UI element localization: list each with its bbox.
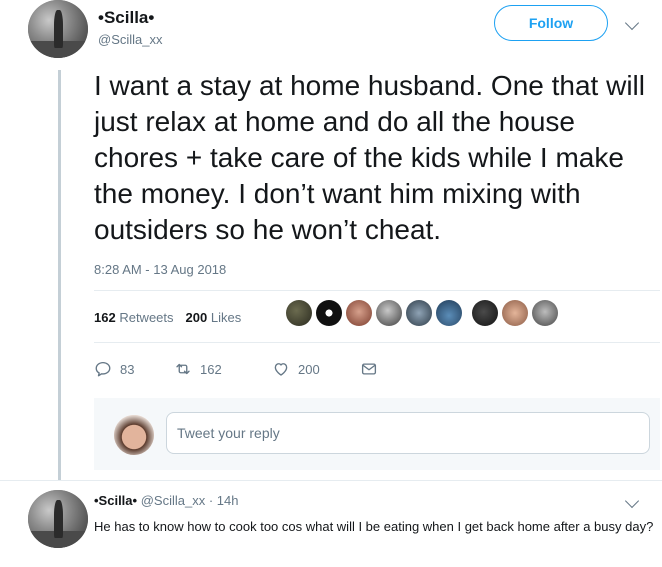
tweet-text: I want a stay at home husband. One that … xyxy=(94,70,645,245)
retweets-label: Retweets xyxy=(119,310,174,325)
liker-avatar[interactable] xyxy=(502,300,528,326)
likes-stat[interactable]: 200 Likes xyxy=(186,310,242,325)
retweets-count: 162 xyxy=(94,310,116,325)
current-user-avatar[interactable] xyxy=(114,415,154,455)
liker-avatar[interactable] xyxy=(472,300,498,326)
author-avatar[interactable] xyxy=(28,0,88,58)
author-display-name[interactable]: •Scilla• xyxy=(98,8,154,28)
reply-count: 83 xyxy=(120,361,135,377)
chevron-down-icon[interactable] xyxy=(624,493,640,509)
reply-input[interactable] xyxy=(166,412,650,454)
author-handle[interactable]: @Scilla_xx xyxy=(98,32,163,47)
divider xyxy=(94,290,660,291)
liker-avatar[interactable] xyxy=(316,300,342,326)
message-icon xyxy=(361,363,377,375)
chevron-down-icon[interactable] xyxy=(624,15,640,31)
direct-message-action[interactable] xyxy=(360,360,378,378)
reply-time[interactable]: · 14h xyxy=(209,493,239,508)
reply-display-name[interactable]: •Scilla• xyxy=(94,493,137,508)
retweets-stat[interactable]: 162 Retweets xyxy=(94,310,174,325)
liker-avatar[interactable] xyxy=(376,300,402,326)
reply-header: •Scilla• @Scilla_xx · 14h xyxy=(94,493,238,508)
reply-action[interactable]: 83 xyxy=(94,360,134,378)
divider xyxy=(94,342,660,343)
retweet-count: 162 xyxy=(200,361,222,377)
like-action[interactable]: 200 xyxy=(272,360,320,378)
divider xyxy=(0,480,662,481)
liker-avatar[interactable] xyxy=(346,300,372,326)
reply-icon xyxy=(95,361,111,377)
liker-avatar[interactable] xyxy=(532,300,558,326)
retweet-icon xyxy=(176,363,190,375)
likes-label: Likes xyxy=(210,310,242,325)
reply-handle[interactable]: @Scilla_xx xyxy=(141,493,206,508)
reply-author-avatar[interactable] xyxy=(28,490,88,548)
liker-avatar[interactable] xyxy=(286,300,312,326)
likes-count: 200 xyxy=(185,310,208,325)
tweet-timestamp[interactable]: 8:28 AM - 13 Aug 2018 xyxy=(94,262,226,277)
reply-composer xyxy=(94,398,660,470)
reply-text: He has to know how to cook too cos what … xyxy=(94,519,654,534)
liker-avatar[interactable] xyxy=(436,300,462,326)
thread-line xyxy=(58,70,61,480)
retweet-action[interactable]: 162 xyxy=(174,360,222,378)
liker-avatar[interactable] xyxy=(406,300,432,326)
heart-icon xyxy=(274,363,288,376)
like-count: 200 xyxy=(298,361,320,377)
follow-button[interactable]: Follow xyxy=(494,5,608,41)
tweet-stats: 162 Retweets 200 Likes xyxy=(94,310,241,325)
